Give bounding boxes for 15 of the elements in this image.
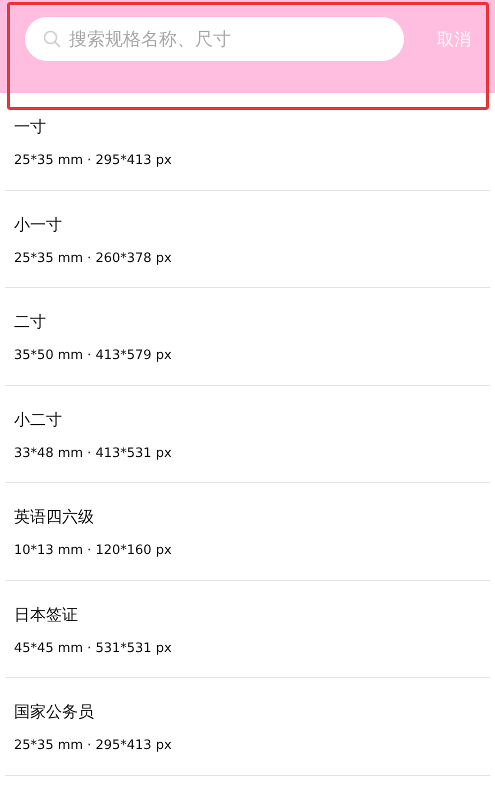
- spec-name[interactable]: 日本签证: [14, 604, 78, 624]
- spec-name[interactable]: 英语四六级: [14, 507, 94, 527]
- spec-size: 35*50 mm · 413*579 px: [14, 348, 172, 364]
- spec-name[interactable]: 二寸: [14, 312, 46, 332]
- search-field[interactable]: 搜索规格名称、尺寸: [25, 17, 404, 61]
- spec-size: 25*35 mm · 295*413 px: [14, 738, 172, 754]
- spec-name[interactable]: 一寸: [14, 117, 46, 137]
- spec-size: 10*13 mm · 120*160 px: [14, 543, 172, 559]
- spec-size: 25*35 mm · 260*378 px: [14, 250, 172, 266]
- spec-name[interactable]: 小一寸: [14, 214, 62, 234]
- spec-size: 33*48 mm · 413*531 px: [14, 446, 172, 462]
- spec-name[interactable]: 小二寸: [14, 410, 62, 430]
- spec-name[interactable]: 国家公务员: [14, 702, 94, 722]
- spec-size: 45*45 mm · 531*531 px: [14, 640, 172, 656]
- spec-size: 25*35 mm · 295*413 px: [14, 153, 172, 169]
